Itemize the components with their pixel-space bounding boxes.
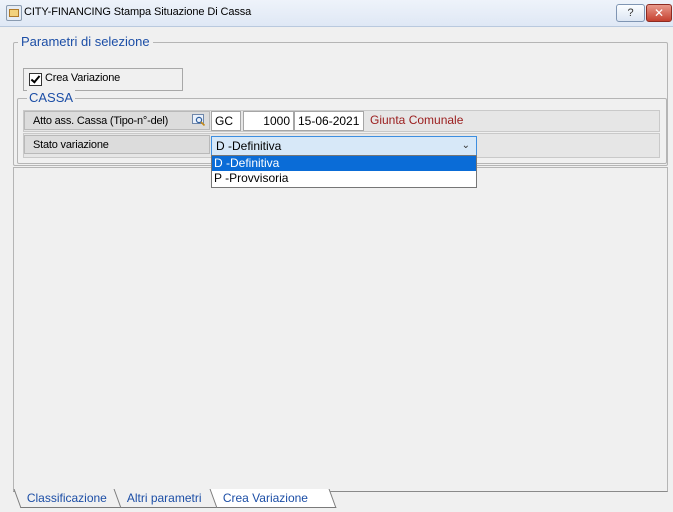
cassa-group-legend: CASSA	[27, 90, 76, 105]
tab-label: Altri parametri	[126, 491, 202, 505]
tab-crea-variazione[interactable]: Crea Variazione	[209, 489, 337, 508]
atto-tipo-field[interactable]: GC	[211, 111, 241, 131]
stato-variazione-select[interactable]: D -Definitiva ⌄	[211, 136, 477, 156]
help-button[interactable]: ?	[616, 4, 645, 22]
title-bar: CITY-FINANCING Stampa Situazione Di Cass…	[0, 0, 673, 27]
main-panel	[13, 167, 668, 492]
tab-label: Classificazione	[26, 491, 107, 505]
search-icon[interactable]	[192, 114, 206, 126]
atto-descrizione: Giunta Comunale	[370, 113, 464, 127]
window-title: CITY-FINANCING Stampa Situazione Di Cass…	[24, 6, 252, 18]
app-icon	[6, 5, 22, 21]
close-button[interactable]: ✕	[646, 4, 672, 22]
atto-numero-field[interactable]: 1000	[243, 111, 294, 131]
stato-dropdown-list: D -Definitiva P -Provvisoria	[211, 155, 477, 188]
chevron-down-icon[interactable]: ⌄	[462, 137, 470, 155]
dropdown-option-definitiva[interactable]: D -Definitiva	[212, 156, 476, 171]
stato-selected-value: D -Definitiva	[216, 139, 282, 153]
crea-variazione-panel: Crea Variazione	[23, 68, 183, 91]
atto-data-field[interactable]: 15-06-2021	[294, 111, 364, 131]
stato-label: Stato variazione	[24, 135, 210, 154]
tab-label: Crea Variazione	[222, 491, 308, 505]
crea-variazione-checkbox[interactable]	[29, 73, 42, 86]
crea-variazione-label: Crea Variazione	[45, 72, 121, 84]
dropdown-option-provvisoria[interactable]: P -Provvisoria	[212, 171, 476, 186]
selection-group-legend: Parametri di selezione	[18, 34, 153, 49]
atto-label: Atto ass. Cassa (Tipo-n°-del)	[24, 111, 210, 130]
